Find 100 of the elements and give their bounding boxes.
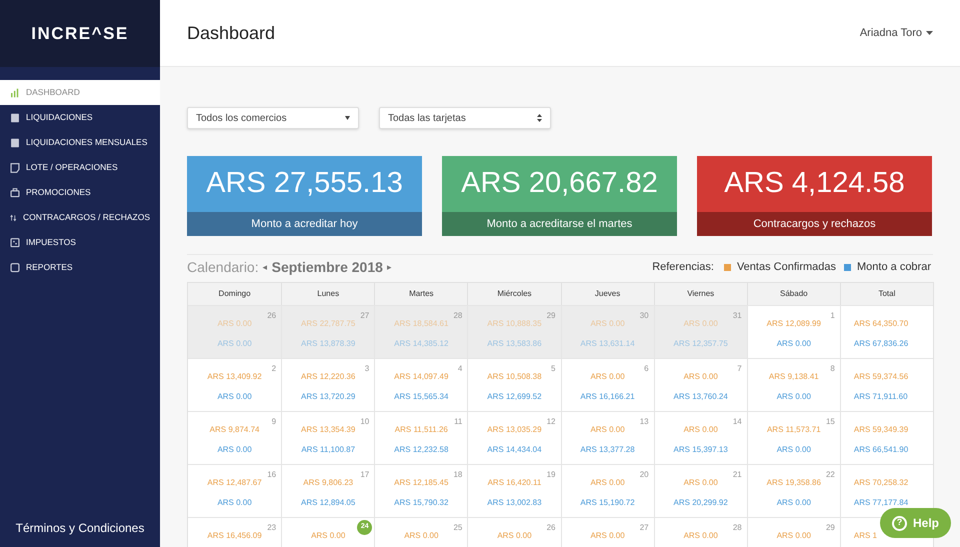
payout-amount: ARS 14,385.12 [393, 338, 450, 350]
day-number: 12 [546, 416, 556, 428]
grid-icon [10, 238, 20, 248]
sales-amount: ARS 16,456.09 [206, 530, 263, 542]
payout-amount: ARS 12,894.05 [300, 497, 356, 509]
user-menu[interactable]: Ariadna Toro [860, 24, 933, 42]
day-number: 19 [546, 469, 556, 481]
help-button[interactable]: ? Help [880, 508, 951, 538]
sales-amount: ARS 0.00 [496, 530, 533, 542]
payout-amount: ARS 13,002.83 [486, 497, 543, 509]
day-number: 13 [640, 416, 649, 428]
payout-amount: ARS 13,878.39 [300, 338, 356, 350]
day-number: 23 [267, 522, 276, 534]
sales-amount: ARS 64,350.70 [852, 318, 910, 330]
payout-amount: ARS 16,166.21 [579, 391, 636, 403]
day-number: 29 [826, 522, 835, 534]
stat-label: Monto a acreditar hoy [187, 212, 422, 236]
day-number: 25 [453, 522, 462, 534]
payout-amount: ARS 13,760.24 [672, 391, 729, 403]
payout-amount: ARS 15,790.32 [393, 497, 450, 509]
column-header: Miércoles [467, 283, 560, 305]
day-cell[interactable]: 26 ARS 0.00 ARS 0.00 [188, 306, 282, 358]
square-icon [10, 262, 20, 272]
document-icon [10, 162, 20, 172]
column-header: Viernes [654, 283, 747, 305]
day-number: 21 [732, 469, 742, 481]
sales-amount: ARS 9,806.23 [302, 477, 354, 489]
help-icon: ? [892, 516, 907, 530]
previous-month-button[interactable]: ◂ [262, 260, 268, 274]
day-cell[interactable]: 11 ARS 11,511.26 ARS 12,232.58 [374, 412, 468, 464]
day-cell[interactable]: 27 ARS 22,787.75 ARS 13,878.39 [281, 306, 374, 358]
day-cell[interactable]: 29 ARS 10,888.35 ARS 13,583.86 [467, 306, 560, 358]
day-number: 14 [732, 416, 742, 428]
sales-amount: ARS 13,354.39 [300, 424, 356, 436]
day-cell[interactable]: 3 ARS 12,220.36 ARS 13,720.29 [281, 359, 374, 411]
day-number: 6 [644, 363, 649, 375]
sales-amount: ARS 1 [852, 530, 878, 542]
sidebar-item[interactable]: PROMOCIONES [0, 180, 160, 205]
day-number: 8 [830, 363, 835, 375]
day-number: 5 [551, 363, 556, 375]
sales-amount: ARS 10,888.35 [486, 318, 543, 330]
select-field[interactable]: Todas las tarjetas [379, 107, 551, 129]
caret-icon [926, 31, 933, 35]
payout-amount: ARS 15,397.13 [672, 444, 729, 456]
sidebar-item[interactable]: CONTRACARGOS / RECHAZOS [0, 205, 160, 230]
sales-amount: ARS 59,374.56 [852, 371, 910, 383]
caret-icon [345, 116, 350, 120]
day-cell[interactable]: 25 ARS 0.00 [374, 518, 468, 547]
sidebar-item[interactable]: DASHBOARD [0, 80, 160, 105]
day-number: 26 [546, 522, 556, 534]
sales-amount: ARS 0.00 [589, 530, 626, 542]
payout-amount: ARS 0.00 [216, 444, 253, 456]
sales-amount: ARS 18,584.61 [393, 318, 450, 330]
sidebar-item[interactable]: IMPUESTOS [0, 230, 160, 255]
payout-amount: ARS 0.00 [776, 444, 812, 456]
day-cell[interactable]: 10 ARS 13,354.39 ARS 11,100.87 [281, 412, 374, 464]
day-number: 11 [454, 416, 462, 428]
day-cell[interactable]: 30 ARS 0.00 ARS 13,631.14 [560, 306, 654, 358]
day-number: 7 [737, 363, 742, 375]
payout-amount: ARS 11,100.87 [300, 444, 356, 456]
page-title: Dashboard [187, 22, 276, 44]
payout-amount: ARS 20,299.92 [672, 497, 729, 509]
day-number: 18 [453, 469, 462, 481]
payout-amount: ARS 0.00 [776, 391, 812, 403]
day-cell[interactable]: 18 ARS 12,185.45 ARS 15,790.32 [374, 465, 468, 517]
terms-link[interactable]: Términos y Condiciones [16, 519, 144, 537]
day-cell[interactable]: 28 ARS 18,584.61 ARS 14,385.12 [374, 306, 468, 358]
sidebar-item[interactable]: REPORTES [0, 255, 160, 280]
select-field[interactable]: Todos los comercios [187, 107, 359, 129]
day-number: 4 [458, 363, 462, 375]
sales-amount: ARS 13,409.92 [206, 371, 263, 383]
sales-amount: ARS 0.00 [403, 530, 440, 542]
day-number: 22 [826, 469, 835, 481]
column-header: Lunes [281, 283, 374, 305]
next-month-button[interactable]: ▸ [386, 260, 392, 274]
sidebar-item[interactable]: LOTE / OPERACIONES [0, 155, 160, 180]
column-header: Total [840, 283, 933, 305]
payout-amount: ARS 14,434.04 [486, 444, 543, 456]
bar-chart-icon [10, 88, 20, 98]
sidebar-item[interactable]: LIQUIDACIONES [0, 105, 160, 130]
sales-amount: ARS 16,420.11 [486, 477, 542, 489]
sales-amount: ARS 22,787.75 [300, 318, 356, 330]
sales-amount: ARS 11,511.26 [394, 424, 449, 436]
payout-amount: ARS 12,699.52 [486, 391, 543, 403]
sales-amount: ARS 0.00 [682, 530, 719, 542]
stat-amount: ARS 4,124.58 [723, 166, 906, 202]
payout-amount: ARS 15,190.72 [579, 497, 636, 509]
sidebar-item[interactable]: LIQUIDACIONES MENSUALES [0, 130, 160, 155]
legend-text: Monto a cobrar [857, 260, 931, 276]
sales-amount: ARS 70,258.32 [852, 477, 910, 489]
sales-amount: ARS 0.00 [589, 477, 626, 489]
day-cell[interactable]: 31 ARS 0.00 ARS 12,357.75 [654, 306, 747, 358]
sales-amount: ARS 14,097.49 [393, 371, 450, 383]
day-cell[interactable]: 17 ARS 9,806.23 ARS 12,894.05 [281, 465, 374, 517]
sales-amount: ARS 0.00 [589, 371, 626, 383]
payout-amount: ARS 67,836.26 [852, 338, 910, 350]
day-cell[interactable]: 4 ARS 14,097.49 ARS 15,565.34 [374, 359, 468, 411]
day-number: 27 [640, 522, 649, 534]
payout-amount: ARS 0.00 [776, 338, 812, 350]
column-header: Sábado [746, 283, 840, 305]
